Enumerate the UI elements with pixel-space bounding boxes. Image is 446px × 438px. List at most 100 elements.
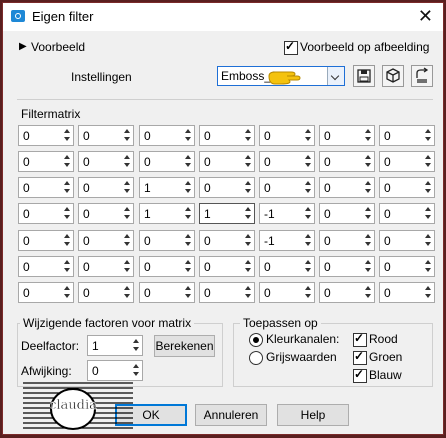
spin-arrows-icon[interactable] bbox=[304, 153, 313, 170]
spin-arrows-icon[interactable] bbox=[364, 153, 373, 170]
matrix-cell-r1-c5[interactable]: 0 bbox=[259, 125, 315, 146]
spin-arrows-icon[interactable] bbox=[364, 127, 373, 144]
matrix-cell-r1-c7[interactable]: 0 bbox=[379, 125, 435, 146]
spin-arrows-icon[interactable] bbox=[123, 232, 132, 249]
preview-on-image-checkbox[interactable] bbox=[284, 39, 298, 55]
matrix-cell-r3-c3[interactable]: 1 bbox=[139, 177, 195, 198]
spin-arrows-icon[interactable] bbox=[304, 179, 313, 196]
matrix-cell-r1-c3[interactable]: 0 bbox=[139, 125, 195, 146]
calculate-button[interactable]: Berekenen bbox=[154, 335, 215, 357]
matrix-cell-r3-c4[interactable]: 0 bbox=[199, 177, 255, 198]
chevron-down-icon[interactable] bbox=[327, 67, 344, 85]
grayscale-radio[interactable] bbox=[249, 351, 263, 365]
matrix-cell-r7-c3[interactable]: 0 bbox=[139, 282, 195, 303]
offset-input[interactable]: 0 bbox=[87, 360, 143, 381]
expand-preview-icon[interactable]: ▶ bbox=[19, 41, 27, 52]
matrix-cell-r7-c5[interactable]: 0 bbox=[259, 282, 315, 303]
spin-arrows-icon[interactable] bbox=[304, 284, 313, 301]
spin-arrows-icon[interactable] bbox=[304, 232, 313, 249]
close-icon[interactable]: ✕ bbox=[418, 6, 433, 26]
matrix-cell-r4-c5[interactable]: -1 bbox=[259, 203, 315, 224]
spin-arrows-icon[interactable] bbox=[364, 284, 373, 301]
spin-arrows-icon[interactable] bbox=[123, 258, 132, 275]
spin-arrows-icon[interactable] bbox=[304, 258, 313, 275]
spin-arrows-icon[interactable] bbox=[123, 179, 132, 196]
matrix-cell-r6-c2[interactable]: 0 bbox=[78, 256, 134, 277]
matrix-cell-r5-c7[interactable]: 0 bbox=[379, 230, 435, 251]
matrix-cell-r3-c6[interactable]: 0 bbox=[319, 177, 375, 198]
spin-arrows-icon[interactable] bbox=[244, 232, 253, 249]
spin-arrows-icon[interactable] bbox=[184, 127, 193, 144]
preview-on-image-label[interactable]: Voorbeeld op afbeelding bbox=[300, 40, 429, 54]
preview-toggle-label[interactable]: Voorbeeld bbox=[31, 40, 85, 54]
spin-arrows-icon[interactable] bbox=[424, 284, 433, 301]
matrix-cell-r2-c3[interactable]: 0 bbox=[139, 151, 195, 172]
matrix-cell-r5-c2[interactable]: 0 bbox=[78, 230, 134, 251]
spin-arrows-icon[interactable] bbox=[424, 179, 433, 196]
matrix-cell-r6-c5[interactable]: 0 bbox=[259, 256, 315, 277]
matrix-cell-r4-c6[interactable]: 0 bbox=[319, 203, 375, 224]
matrix-cell-r3-c7[interactable]: 0 bbox=[379, 177, 435, 198]
load-preset-button[interactable] bbox=[382, 65, 404, 87]
spin-arrows-icon[interactable] bbox=[63, 179, 72, 196]
spin-arrows-icon[interactable] bbox=[63, 258, 72, 275]
spin-arrows-icon[interactable] bbox=[63, 205, 72, 222]
spin-arrows-icon[interactable] bbox=[304, 127, 313, 144]
spin-arrows-icon[interactable] bbox=[123, 153, 132, 170]
spin-arrows-icon[interactable] bbox=[184, 205, 193, 222]
spin-arrows-icon[interactable] bbox=[132, 362, 141, 379]
matrix-cell-r4-c1[interactable]: 0 bbox=[18, 203, 74, 224]
red-checkbox[interactable] bbox=[353, 331, 367, 347]
spin-arrows-icon[interactable] bbox=[184, 258, 193, 275]
spin-arrows-icon[interactable] bbox=[364, 205, 373, 222]
color-channels-label[interactable]: Kleurkanalen: bbox=[266, 332, 339, 346]
matrix-cell-r5-c5[interactable]: -1 bbox=[259, 230, 315, 251]
spin-arrows-icon[interactable] bbox=[244, 205, 253, 222]
grayscale-label[interactable]: Grijswaarden bbox=[266, 350, 337, 364]
spin-arrows-icon[interactable] bbox=[63, 232, 72, 249]
matrix-cell-r3-c5[interactable]: 0 bbox=[259, 177, 315, 198]
matrix-cell-r7-c2[interactable]: 0 bbox=[78, 282, 134, 303]
title-bar[interactable]: Eigen filter ✕ bbox=[3, 3, 443, 31]
matrix-cell-r5-c4[interactable]: 0 bbox=[199, 230, 255, 251]
spin-arrows-icon[interactable] bbox=[63, 153, 72, 170]
spin-arrows-icon[interactable] bbox=[424, 205, 433, 222]
matrix-cell-r1-c1[interactable]: 0 bbox=[18, 125, 74, 146]
matrix-cell-r1-c2[interactable]: 0 bbox=[78, 125, 134, 146]
spin-arrows-icon[interactable] bbox=[244, 153, 253, 170]
spin-arrows-icon[interactable] bbox=[364, 179, 373, 196]
spin-arrows-icon[interactable] bbox=[184, 232, 193, 249]
matrix-cell-r6-c3[interactable]: 0 bbox=[139, 256, 195, 277]
matrix-cell-r5-c6[interactable]: 0 bbox=[319, 230, 375, 251]
cancel-button[interactable]: Annuleren bbox=[195, 404, 267, 426]
spin-arrows-icon[interactable] bbox=[184, 179, 193, 196]
reset-preset-button[interactable] bbox=[411, 65, 433, 87]
spin-arrows-icon[interactable] bbox=[63, 127, 72, 144]
matrix-cell-r2-c5[interactable]: 0 bbox=[259, 151, 315, 172]
matrix-cell-r4-c3[interactable]: 1 bbox=[139, 203, 195, 224]
blue-label[interactable]: Blauw bbox=[369, 368, 402, 382]
spin-arrows-icon[interactable] bbox=[424, 258, 433, 275]
matrix-cell-r2-c6[interactable]: 0 bbox=[319, 151, 375, 172]
spin-arrows-icon[interactable] bbox=[123, 284, 132, 301]
spin-arrows-icon[interactable] bbox=[304, 205, 313, 222]
spin-arrows-icon[interactable] bbox=[364, 232, 373, 249]
matrix-cell-r6-c4[interactable]: 0 bbox=[199, 256, 255, 277]
matrix-cell-r4-c2[interactable]: 0 bbox=[78, 203, 134, 224]
matrix-cell-r7-c4[interactable]: 0 bbox=[199, 282, 255, 303]
matrix-cell-r2-c2[interactable]: 0 bbox=[78, 151, 134, 172]
matrix-cell-r4-c7[interactable]: 0 bbox=[379, 203, 435, 224]
spin-arrows-icon[interactable] bbox=[424, 232, 433, 249]
matrix-cell-r6-c7[interactable]: 0 bbox=[379, 256, 435, 277]
matrix-cell-r4-c4[interactable]: 1 bbox=[199, 203, 255, 224]
matrix-cell-r1-c6[interactable]: 0 bbox=[319, 125, 375, 146]
red-label[interactable]: Rood bbox=[369, 332, 398, 346]
green-checkbox[interactable] bbox=[353, 349, 367, 365]
spin-arrows-icon[interactable] bbox=[244, 127, 253, 144]
green-label[interactable]: Groen bbox=[369, 350, 402, 364]
matrix-cell-r5-c3[interactable]: 0 bbox=[139, 230, 195, 251]
spin-arrows-icon[interactable] bbox=[244, 284, 253, 301]
divisor-input[interactable]: 1 bbox=[87, 335, 143, 356]
matrix-cell-r2-c7[interactable]: 0 bbox=[379, 151, 435, 172]
matrix-cell-r5-c1[interactable]: 0 bbox=[18, 230, 74, 251]
